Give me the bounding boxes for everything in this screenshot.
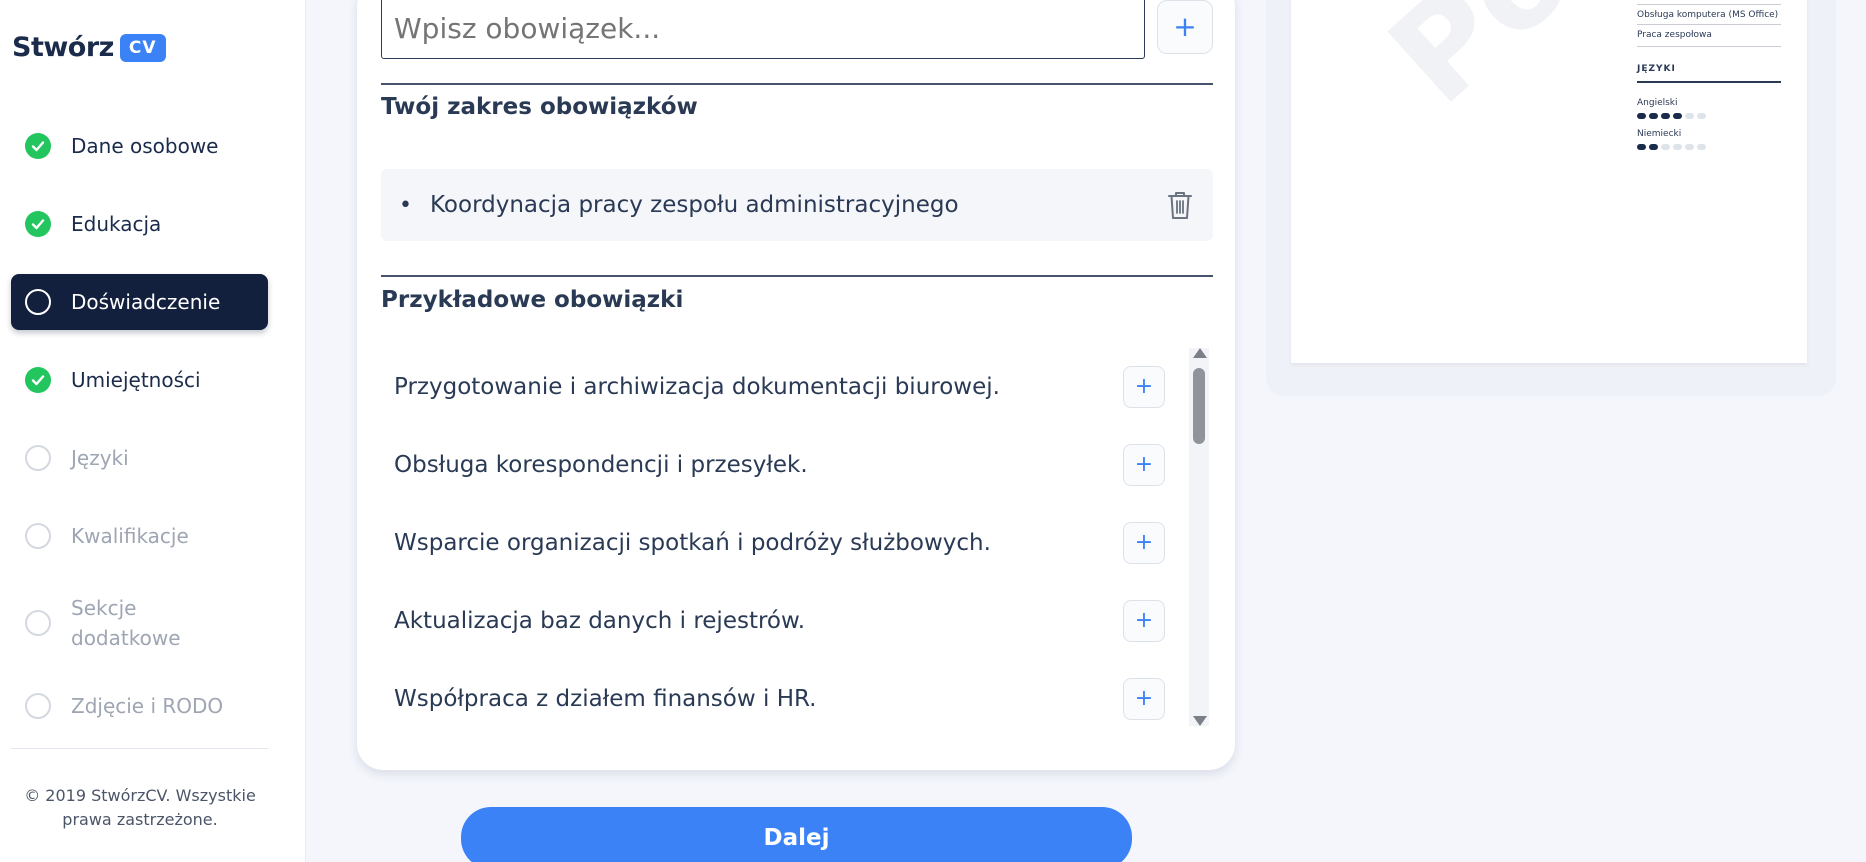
level-dot — [1685, 144, 1694, 150]
selected-duty-text: Koordynacja pracy zespołu administracyjn… — [429, 192, 959, 218]
copyright-line: © 2019 StwórzCV. Wszystkie — [24, 786, 256, 805]
level-dot — [1649, 113, 1658, 119]
nav-item-edukacja[interactable]: Edukacja — [11, 196, 268, 252]
nav-item-sekcje-dodatkowe[interactable]: Sekcje dodatkowe — [11, 586, 268, 660]
level-dot — [1661, 113, 1670, 119]
cv-preview-panel: Podgląd Obsługa komputera (MS Office) Pr… — [1266, 0, 1836, 396]
empty-circle-icon — [25, 289, 51, 315]
scroll-down-arrow-icon[interactable] — [1193, 716, 1207, 726]
logo[interactable]: Stwórz CV — [12, 32, 166, 63]
preview-language-level — [1637, 113, 1706, 119]
nav-item-kwalifikacje[interactable]: Kwalifikacje — [11, 508, 268, 564]
sidebar-divider — [11, 748, 268, 749]
nav-item-label: Dane osobowe — [71, 134, 219, 158]
divider — [381, 83, 1213, 85]
level-dot — [1673, 113, 1682, 119]
nav-item-label: Zdjęcie i RODO — [71, 694, 224, 718]
nav-item-label: Języki — [71, 446, 129, 470]
preview-language-name: Niemiecki — [1637, 129, 1682, 139]
example-duty-text: Współpraca z działem finansów i HR. — [394, 686, 817, 712]
nav-item-umiejetnosci[interactable]: Umiejętności — [11, 352, 268, 408]
selected-duty-item: • Koordynacja pracy zespołu administracy… — [381, 169, 1213, 241]
sidebar: Stwórz CV Dane osobowe Edukacja Doświadc… — [0, 0, 306, 862]
example-duty-text: Wsparcie organizacji spotkań i podróży s… — [394, 530, 991, 556]
copyright-line: prawa zastrzeżone. — [62, 810, 218, 829]
next-button[interactable]: Dalej — [461, 807, 1132, 862]
experience-form-card: + Twój zakres obowiązków • Koordynacja p… — [357, 0, 1235, 770]
steps-nav: Dane osobowe Edukacja Doświadczenie Umie… — [11, 118, 268, 756]
plus-icon: + — [1134, 686, 1154, 711]
nav-item-label: Umiejętności — [71, 368, 201, 392]
examples-title: Przykładowe obowiązki — [381, 287, 684, 313]
nav-item-label: Sekcje dodatkowe — [71, 596, 181, 650]
example-duty-item: Obsługa korespondencji i przesyłek. + — [381, 426, 1171, 504]
level-dot — [1637, 113, 1646, 119]
add-example-button[interactable]: + — [1123, 678, 1165, 720]
preview-language-level — [1637, 144, 1706, 150]
empty-circle-icon — [25, 523, 51, 549]
examples-scrollbar[interactable] — [1189, 348, 1209, 726]
copyright: © 2019 StwórzCV. Wszystkie prawa zastrze… — [0, 784, 280, 832]
duty-input[interactable] — [381, 0, 1145, 59]
level-dot — [1697, 144, 1706, 150]
plus-icon: + — [1134, 452, 1154, 477]
plus-icon: + — [1134, 374, 1154, 399]
plus-icon: + — [1173, 10, 1197, 43]
bullet: • — [399, 192, 412, 218]
empty-circle-icon — [25, 693, 51, 719]
trash-icon[interactable] — [1165, 189, 1195, 221]
preview-divider — [1637, 81, 1781, 83]
example-duty-text: Aktualizacja baz danych i rejestrów. — [394, 608, 806, 634]
level-dot — [1685, 113, 1694, 119]
example-duty-text: Przygotowanie i archiwizacja dokumentacj… — [394, 374, 1000, 400]
check-circle-icon — [25, 367, 51, 393]
nav-item-label: Edukacja — [71, 212, 162, 236]
preview-divider — [1637, 4, 1781, 5]
level-dot — [1673, 144, 1682, 150]
preview-skill: Obsługa komputera (MS Office) — [1637, 10, 1779, 20]
nav-item-dane-osobowe[interactable]: Dane osobowe — [11, 118, 268, 174]
level-dot — [1637, 144, 1646, 150]
example-duty-item: Współpraca z działem finansów i HR. + — [381, 660, 1171, 728]
level-dot — [1661, 144, 1670, 150]
nav-item-label: Doświadczenie — [71, 290, 221, 314]
nav-item-label: Kwalifikacje — [71, 524, 189, 548]
logo-badge: CV — [119, 33, 166, 62]
add-example-button[interactable]: + — [1123, 600, 1165, 642]
level-dot — [1697, 113, 1706, 119]
your-duties-title: Twój zakres obowiązków — [381, 94, 698, 120]
add-example-button[interactable]: + — [1123, 366, 1165, 408]
nav-item-doswiadczenie[interactable]: Doświadczenie — [11, 274, 268, 330]
add-example-button[interactable]: + — [1123, 444, 1165, 486]
preview-divider — [1637, 46, 1781, 47]
scroll-up-arrow-icon[interactable] — [1193, 348, 1207, 358]
add-duty-button[interactable]: + — [1157, 0, 1213, 54]
nav-item-jezyki[interactable]: Języki — [11, 430, 268, 486]
preview-skill: Praca zespołowa — [1637, 30, 1712, 40]
empty-circle-icon — [25, 445, 51, 471]
level-dot — [1649, 144, 1658, 150]
empty-circle-icon — [25, 610, 51, 636]
divider — [381, 275, 1213, 277]
scroll-thumb[interactable] — [1193, 368, 1205, 444]
check-circle-icon — [25, 211, 51, 237]
add-example-button[interactable]: + — [1123, 522, 1165, 564]
preview-divider — [1637, 24, 1781, 25]
nav-item-zdjecie-i-rodo[interactable]: Zdjęcie i RODO — [11, 678, 268, 734]
example-duty-item: Przygotowanie i archiwizacja dokumentacj… — [381, 348, 1171, 426]
preview-language-name: Angielski — [1637, 98, 1678, 108]
plus-icon: + — [1134, 530, 1154, 555]
preview-languages-heading: JĘZYKI — [1637, 64, 1676, 74]
example-duty-item: Wsparcie organizacji spotkań i podróży s… — [381, 504, 1171, 582]
plus-icon: + — [1134, 608, 1154, 633]
logo-text: Stwórz — [12, 32, 114, 63]
check-circle-icon — [25, 133, 51, 159]
example-duties-list: Przygotowanie i archiwizacja dokumentacj… — [381, 348, 1171, 728]
cv-preview-page[interactable]: Podgląd Obsługa komputera (MS Office) Pr… — [1291, 0, 1807, 363]
example-duty-item: Aktualizacja baz danych i rejestrów. + — [381, 582, 1171, 660]
example-duty-text: Obsługa korespondencji i przesyłek. — [394, 452, 808, 478]
